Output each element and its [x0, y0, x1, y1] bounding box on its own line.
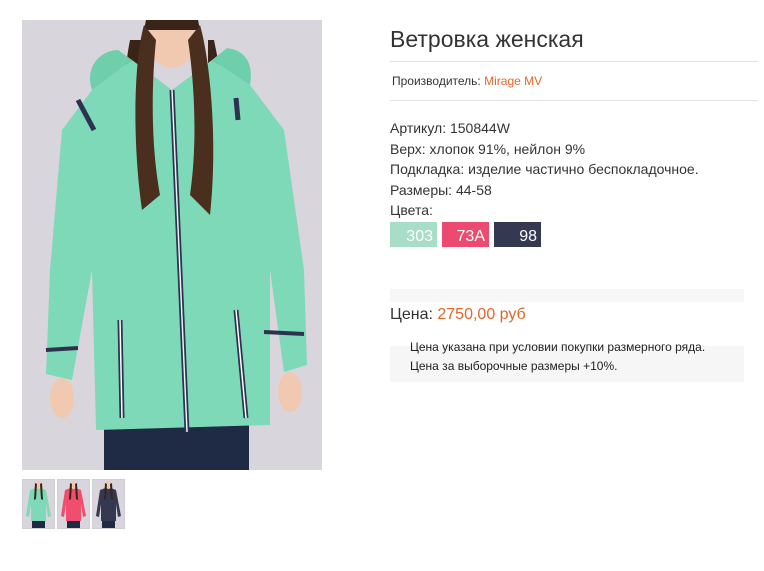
thumbnail-strip: [22, 479, 125, 529]
price-divider-bar: [390, 289, 744, 302]
price-value: 2750,00 руб: [437, 306, 526, 323]
thumbnail-pink[interactable]: [57, 479, 90, 529]
thumbnail-mint[interactable]: [22, 479, 55, 529]
jeans-shape: [104, 425, 249, 470]
divider: [390, 100, 758, 101]
spec-sizes: Размеры: 44-58: [390, 181, 492, 198]
main-product-image[interactable]: [22, 20, 322, 470]
color-swatches: 303 73A 98: [390, 222, 541, 247]
manufacturer-line: Производитель: Mirage MV: [392, 74, 542, 88]
price-notes: Цена указана при условии покупки размерн…: [410, 338, 705, 376]
spec-outer-material: Верх: хлопок 91%, нейлон 9%: [390, 140, 586, 157]
color-swatch-73a[interactable]: 73A: [442, 222, 489, 247]
product-specs: Артикул: 150844W Верх: хлопок 91%, нейло…: [390, 118, 699, 221]
spec-colors-label: Цвета:: [390, 202, 433, 218]
price-label: Цена:: [390, 306, 433, 323]
spec-lining: Подкладка: изделие частично беспокладочн…: [390, 161, 699, 177]
price-note: Цена за выборочные размеры +10%.: [410, 359, 618, 373]
thumbnail-navy[interactable]: [92, 479, 125, 529]
product-title: Ветровка женская: [390, 26, 584, 52]
divider: [390, 61, 758, 62]
spec-article: Артикул: 150844W: [390, 120, 510, 136]
manufacturer-link[interactable]: Mirage MV: [484, 74, 542, 88]
color-swatch-98[interactable]: 98: [494, 222, 541, 247]
price: Цена: 2750,00 руб: [390, 306, 526, 324]
manufacturer-label: Производитель:: [392, 74, 481, 88]
price-note: Цена указана при условии покупки размерн…: [410, 340, 706, 354]
color-swatch-303[interactable]: 303: [390, 222, 437, 247]
jacket-illustration: [22, 20, 322, 470]
